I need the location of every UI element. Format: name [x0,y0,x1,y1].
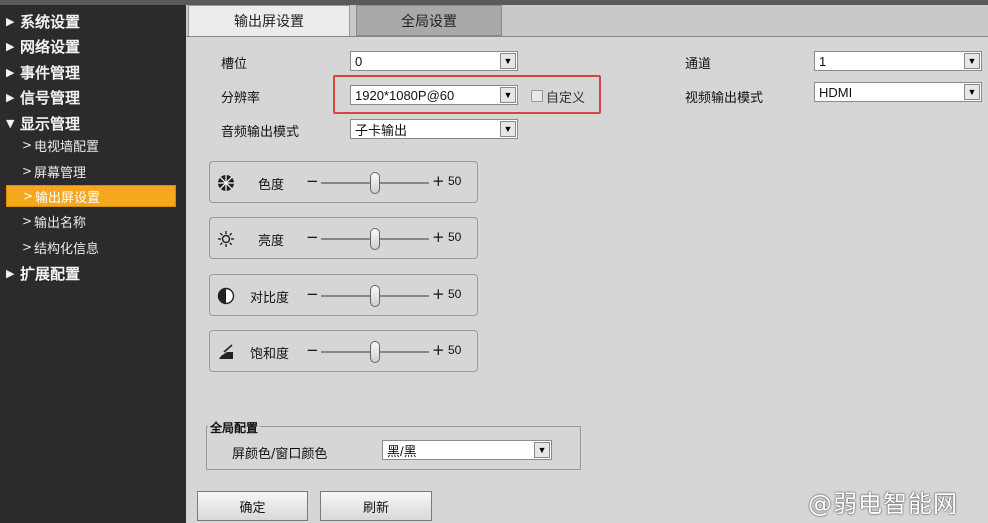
sidebar-item-label: 网络设置 [20,37,81,56]
plus-icon[interactable]: + [432,228,445,246]
saturation-icon [216,342,236,362]
sidebar-subitem-screen[interactable]: > 屏幕管理 [6,160,176,182]
screen-window-color-select[interactable]: 黑/黑 ▼ [382,440,552,460]
hue-icon [216,173,236,193]
audio-mode-select[interactable]: 子卡输出 ▼ [350,119,518,139]
watermark: @弱电智能网 [808,490,958,518]
saturation-label: 饱和度 [250,347,290,362]
sidebar-item-signal[interactable]: ▶ 信号管理 [0,85,186,109]
plus-icon[interactable]: + [432,341,445,359]
minus-icon[interactable]: − [306,341,319,359]
ok-button[interactable]: 确定 [197,491,308,521]
sidebar-subitem-label: 输出屏设置 [35,190,101,206]
contrast-slider-thumb[interactable] [370,285,380,307]
sidebar-subitem-output-name[interactable]: > 输出名称 [6,210,176,232]
sidebar-item-event[interactable]: ▶ 事件管理 [0,60,186,84]
chevron-down-icon: ▼ [500,121,516,137]
hue-slider-group: 色度 − + 50 [209,161,478,203]
channel-label: 通道 [685,57,712,72]
chevron-right-icon: > [22,214,33,228]
plus-icon[interactable]: + [432,172,445,190]
expand-arrow-icon: ▶ [6,90,15,104]
chevron-down-icon: ▼ [964,53,980,69]
brightness-value: 50 [448,230,462,244]
expand-arrow-icon: ▶ [6,39,15,53]
sidebar-subitem-output-screen[interactable]: > 输出屏设置 [6,185,176,207]
tab-output-screen[interactable]: 输出屏设置 [188,5,350,36]
sidebar: ▶ 系统设置 ▶ 网络设置 ▶ 事件管理 ▶ 信号管理 ▼ 显示管理 > 电视墙配置 > 屏幕… [0,5,186,523]
sidebar-item-label: 显示管理 [20,114,81,133]
chevron-down-icon: ▼ [500,53,516,69]
slot-label: 槽位 [221,57,248,72]
saturation-slider-group: 饱和度 − + 50 [209,330,478,372]
contrast-label: 对比度 [250,291,290,306]
hue-value: 50 [448,174,462,188]
sidebar-item-label: 扩展配置 [20,264,81,283]
sidebar-subitem-label: 结构化信息 [34,241,100,257]
chevron-right-icon: > [22,138,33,152]
slot-value: 0 [355,53,363,69]
sidebar-item-network[interactable]: ▶ 网络设置 [0,34,186,58]
slot-select[interactable]: 0 ▼ [350,51,518,71]
audio-mode-value: 子卡输出 [355,122,408,138]
sidebar-item-label: 事件管理 [20,63,81,82]
sidebar-subitem-label: 输出名称 [34,215,87,231]
minus-icon[interactable]: − [306,172,319,190]
chevron-right-icon: > [22,240,33,254]
contrast-icon [216,286,236,306]
plus-icon[interactable]: + [432,285,445,303]
video-out-mode-select[interactable]: HDMI ▼ [814,82,982,102]
sidebar-item-label: 系统设置 [20,12,81,31]
global-config-legend: 全局配置 [208,419,261,436]
sidebar-item-system[interactable]: ▶ 系统设置 [0,9,186,33]
sidebar-item-label: 信号管理 [20,88,81,107]
video-out-mode-label: 视频输出模式 [685,91,764,106]
sidebar-subitem-structured-info[interactable]: > 结构化信息 [6,236,176,258]
brightness-slider-thumb[interactable] [370,228,380,250]
contrast-value: 50 [448,287,462,301]
collapse-arrow-icon: ▼ [6,116,15,130]
contrast-slider-group: 对比度 − + 50 [209,274,478,316]
video-out-mode-value: HDMI [819,84,853,100]
saturation-slider-thumb[interactable] [370,341,380,363]
audio-mode-label: 音频输出模式 [221,125,300,140]
sidebar-subitem-tv-wall[interactable]: > 电视墙配置 [6,134,176,156]
brightness-label: 亮度 [258,234,285,249]
chevron-down-icon: ▼ [964,84,980,100]
minus-icon[interactable]: − [306,285,319,303]
channel-select[interactable]: 1 ▼ [814,51,982,71]
resolution-label: 分辨率 [221,91,261,106]
saturation-value: 50 [448,343,462,357]
brightness-slider-group: 亮度 − + 50 [209,217,478,259]
sidebar-item-extension[interactable]: ▶ 扩展配置 [0,261,186,285]
sidebar-subitem-label: 电视墙配置 [34,139,100,155]
hue-slider-thumb[interactable] [370,172,380,194]
chevron-right-icon: > [23,189,34,203]
expand-arrow-icon: ▶ [6,65,15,79]
expand-arrow-icon: ▶ [6,14,15,28]
refresh-button[interactable]: 刷新 [320,491,432,521]
tab-global-settings[interactable]: 全局设置 [356,5,502,36]
minus-icon[interactable]: − [306,228,319,246]
screen-window-color-value: 黑/黑 [387,443,417,459]
expand-arrow-icon: ▶ [6,266,15,280]
brightness-icon [216,229,236,249]
chevron-right-icon: > [22,164,33,178]
screen-window-color-label: 屏颜色/窗口颜色 [232,447,328,462]
channel-value: 1 [819,53,827,69]
sidebar-subitem-label: 屏幕管理 [34,165,87,181]
chevron-down-icon: ▼ [534,442,550,458]
hue-label: 色度 [258,178,285,193]
highlight-box [333,75,601,114]
sidebar-item-display[interactable]: ▼ 显示管理 [0,111,186,135]
